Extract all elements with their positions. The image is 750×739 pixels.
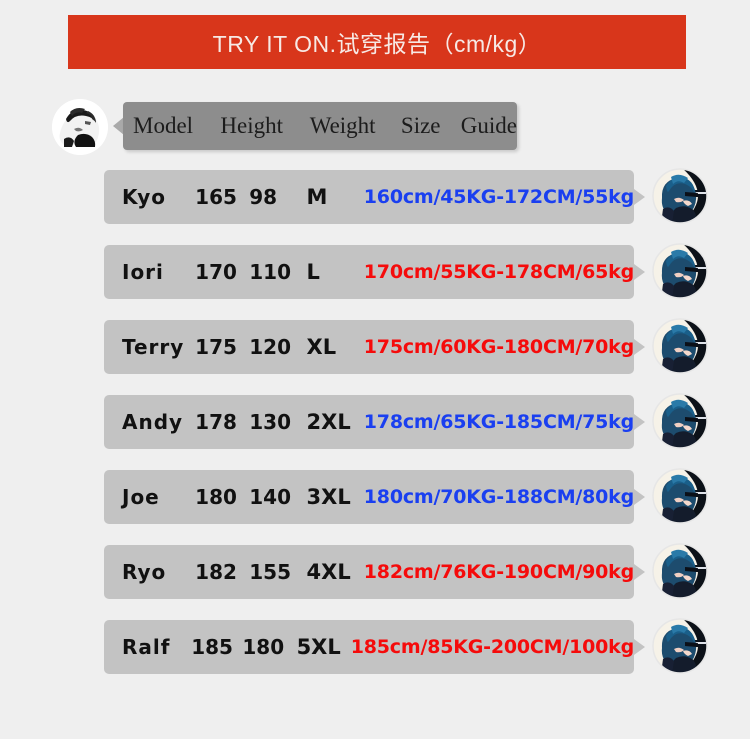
column-header-weight: Weight xyxy=(309,113,376,138)
cell-size: L xyxy=(306,260,320,284)
cell-guide: 182cm/76KG-190CM/90kg xyxy=(363,561,635,583)
cell-model: Kyo xyxy=(122,185,166,209)
row-pointer-icon xyxy=(634,264,645,280)
table-row: Terry 175 120 XL 175cm/60KG-180CM/70kg xyxy=(0,318,750,395)
column-header-model: Model xyxy=(133,113,194,138)
row-pointer-icon xyxy=(634,339,645,355)
cell-height: 165 xyxy=(195,185,237,209)
cell-model: Joe xyxy=(122,485,160,509)
anime-avatar-icon xyxy=(652,393,708,449)
row-bar: Andy 178 130 2XL 178cm/65KG-185CM/75kg xyxy=(104,395,634,449)
cell-guide: 175cm/60KG-180CM/70kg xyxy=(363,336,635,358)
cell-guide: 160cm/45KG-172CM/55kg xyxy=(363,186,635,208)
row-bar: Iori 170 110 L 170cm/55KG-178CM/65kg xyxy=(104,245,634,299)
cell-weight: 110 xyxy=(249,260,291,284)
cell-weight: 140 xyxy=(249,485,291,509)
cell-model: Terry xyxy=(122,335,185,359)
cell-weight: 120 xyxy=(249,335,291,359)
cell-guide: 180cm/70KG-188CM/80kg xyxy=(363,486,635,508)
row-pointer-icon xyxy=(634,189,645,205)
cell-size: 3XL xyxy=(306,485,351,509)
anime-avatar-icon xyxy=(652,318,708,374)
cell-height: 175 xyxy=(195,335,237,359)
cell-guide: 170cm/55KG-178CM/65kg xyxy=(363,261,635,283)
row-bar: Kyo 165 98 M 160cm/45KG-172CM/55kg xyxy=(104,170,634,224)
row-pointer-icon xyxy=(634,564,645,580)
banner-title: TRY IT ON.试穿报告（cm/kg） xyxy=(212,31,542,57)
cell-size: M xyxy=(306,185,328,209)
column-header-size: Size xyxy=(400,113,441,138)
monochrome-anime-avatar-icon xyxy=(52,99,108,155)
row-bar: Terry 175 120 XL 175cm/60KG-180CM/70kg xyxy=(104,320,634,374)
cell-height: 178 xyxy=(195,410,237,434)
table-row: Kyo 165 98 M 160cm/45KG-172CM/55kg xyxy=(0,168,750,245)
cell-model: Ralf xyxy=(122,635,171,659)
banner: TRY IT ON.试穿报告（cm/kg） xyxy=(68,15,686,69)
cell-height: 180 xyxy=(195,485,237,509)
column-header-height: Height xyxy=(220,113,284,138)
table-row: Iori 170 110 L 170cm/55KG-178CM/65kg xyxy=(0,243,750,320)
header-avatar-icon xyxy=(52,99,108,155)
row-bar: Ryo 182 155 4XL 182cm/76KG-190CM/90kg xyxy=(104,545,634,599)
row-bar: Joe 180 140 3XL 180cm/70KG-188CM/80kg xyxy=(104,470,634,524)
anime-avatar-icon xyxy=(652,618,708,674)
cell-size: 2XL xyxy=(306,410,351,434)
size-chart-page: TRY IT ON.试穿报告（cm/kg） Model Height Weigh… xyxy=(0,0,750,739)
cell-guide: 178cm/65KG-185CM/75kg xyxy=(363,411,635,433)
cell-model: Iori xyxy=(122,260,164,284)
anime-avatar-icon xyxy=(652,243,708,299)
anime-avatar-icon xyxy=(652,168,708,224)
row-bar: Ralf 185 180 5XL 185cm/85KG-200CM/100kg xyxy=(104,620,634,674)
cell-weight: 155 xyxy=(249,560,291,584)
cell-size: 4XL xyxy=(306,560,351,584)
anime-avatar-icon xyxy=(652,468,708,524)
header-bar: Model Height Weight Size Guide xyxy=(123,102,517,150)
cell-model: Andy xyxy=(122,410,184,434)
column-header-guide: Guide xyxy=(460,113,517,138)
cell-model: Ryo xyxy=(122,560,167,584)
cell-height: 170 xyxy=(195,260,237,284)
cell-guide: 185cm/85KG-200CM/100kg xyxy=(350,636,634,658)
row-pointer-icon xyxy=(634,489,645,505)
cell-weight: 98 xyxy=(249,185,278,209)
anime-avatar-icon xyxy=(652,543,708,599)
cell-size: XL xyxy=(306,335,337,359)
cell-height: 182 xyxy=(195,560,237,584)
row-pointer-icon xyxy=(634,639,645,655)
table-header: Model Height Weight Size Guide xyxy=(52,95,692,163)
row-pointer-icon xyxy=(634,414,645,430)
cell-weight: 130 xyxy=(249,410,291,434)
table-row: Ralf 185 180 5XL 185cm/85KG-200CM/100kg xyxy=(0,618,750,695)
table-rows: Kyo 165 98 M 160cm/45KG-172CM/55kg Iori … xyxy=(0,168,750,695)
table-row: Ryo 182 155 4XL 182cm/76KG-190CM/90kg xyxy=(0,543,750,620)
table-row: Andy 178 130 2XL 178cm/65KG-185CM/75kg xyxy=(0,393,750,470)
table-row: Joe 180 140 3XL 180cm/70KG-188CM/80kg xyxy=(0,468,750,545)
cell-height: 185 xyxy=(191,635,233,659)
cell-weight: 180 xyxy=(242,635,285,659)
cell-size: 5XL xyxy=(296,635,341,659)
